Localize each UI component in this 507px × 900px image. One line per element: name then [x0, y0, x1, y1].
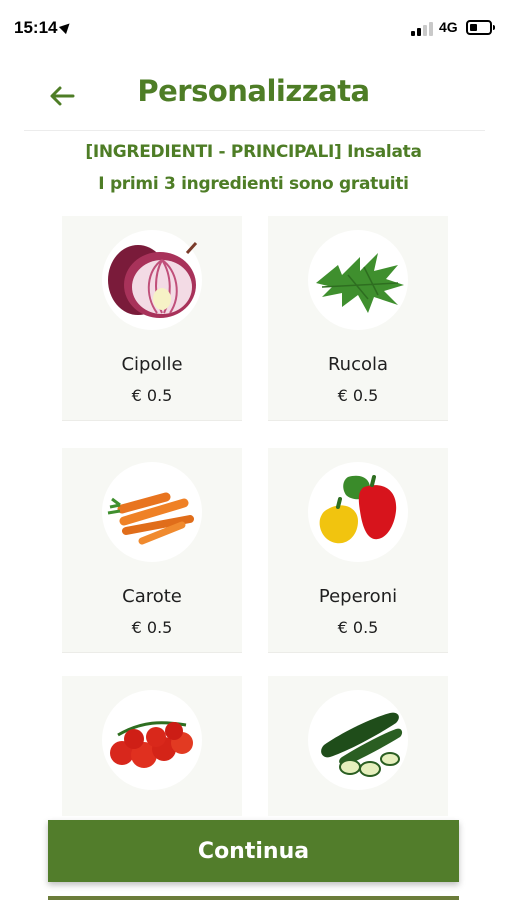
ingredient-card-rucola[interactable]: Rucola € 0.5	[268, 216, 448, 421]
signal-icon	[411, 22, 433, 36]
ingredient-name: Rucola	[327, 354, 389, 375]
ingredient-price: € 0.5	[131, 386, 173, 405]
pepper-icon	[319, 475, 397, 544]
ingredient-card-tomato[interactable]	[62, 676, 242, 816]
ingredient-card-zucchini[interactable]	[268, 676, 448, 816]
ingredient-image	[102, 462, 202, 562]
ingredient-name: Carote	[122, 586, 182, 607]
header: Personalizzata	[0, 62, 507, 130]
status-bar: 15:14 4G	[0, 0, 507, 58]
ingredient-image	[308, 230, 408, 330]
onion-icon	[108, 241, 198, 318]
ingredient-name: Cipolle	[121, 354, 183, 375]
ingredient-price: € 0.5	[337, 386, 379, 405]
continue-button[interactable]: Continua	[48, 820, 459, 882]
zucchini-icon	[321, 712, 403, 777]
ingredient-card-carote[interactable]: Carote € 0.5	[62, 448, 242, 653]
ingredient-image	[308, 690, 408, 790]
carrot-icon	[107, 492, 194, 545]
ingredient-name: Peperoni	[318, 586, 398, 607]
ingredient-image	[308, 462, 408, 562]
ingredient-image	[102, 690, 202, 790]
bottom-edge	[48, 896, 459, 900]
category-subtitle: [INGREDIENTI - PRINCIPALI] Insalata	[85, 142, 422, 162]
header-divider	[24, 130, 485, 131]
location-arrow-icon	[59, 19, 74, 35]
tomato-icon	[110, 721, 193, 768]
ingredient-card-peperoni[interactable]: Peperoni € 0.5	[268, 448, 448, 653]
status-time-text: 15:14	[14, 18, 58, 37]
free-ingredients-note: I primi 3 ingredienti sono gratuiti	[98, 174, 409, 194]
arugula-icon	[316, 253, 404, 313]
ingredient-grid: Cipolle € 0.5 Rucola € 0.5 Carote € 0.5 …	[62, 216, 448, 816]
status-time: 15:14	[14, 18, 74, 38]
ingredient-price: € 0.5	[337, 618, 379, 637]
ingredient-card-cipolle[interactable]: Cipolle € 0.5	[62, 216, 242, 421]
page-title: Personalizzata	[137, 74, 370, 108]
network-type: 4G	[439, 19, 458, 35]
ingredient-image	[102, 230, 202, 330]
battery-icon	[466, 20, 495, 35]
ingredient-price: € 0.5	[131, 618, 173, 637]
